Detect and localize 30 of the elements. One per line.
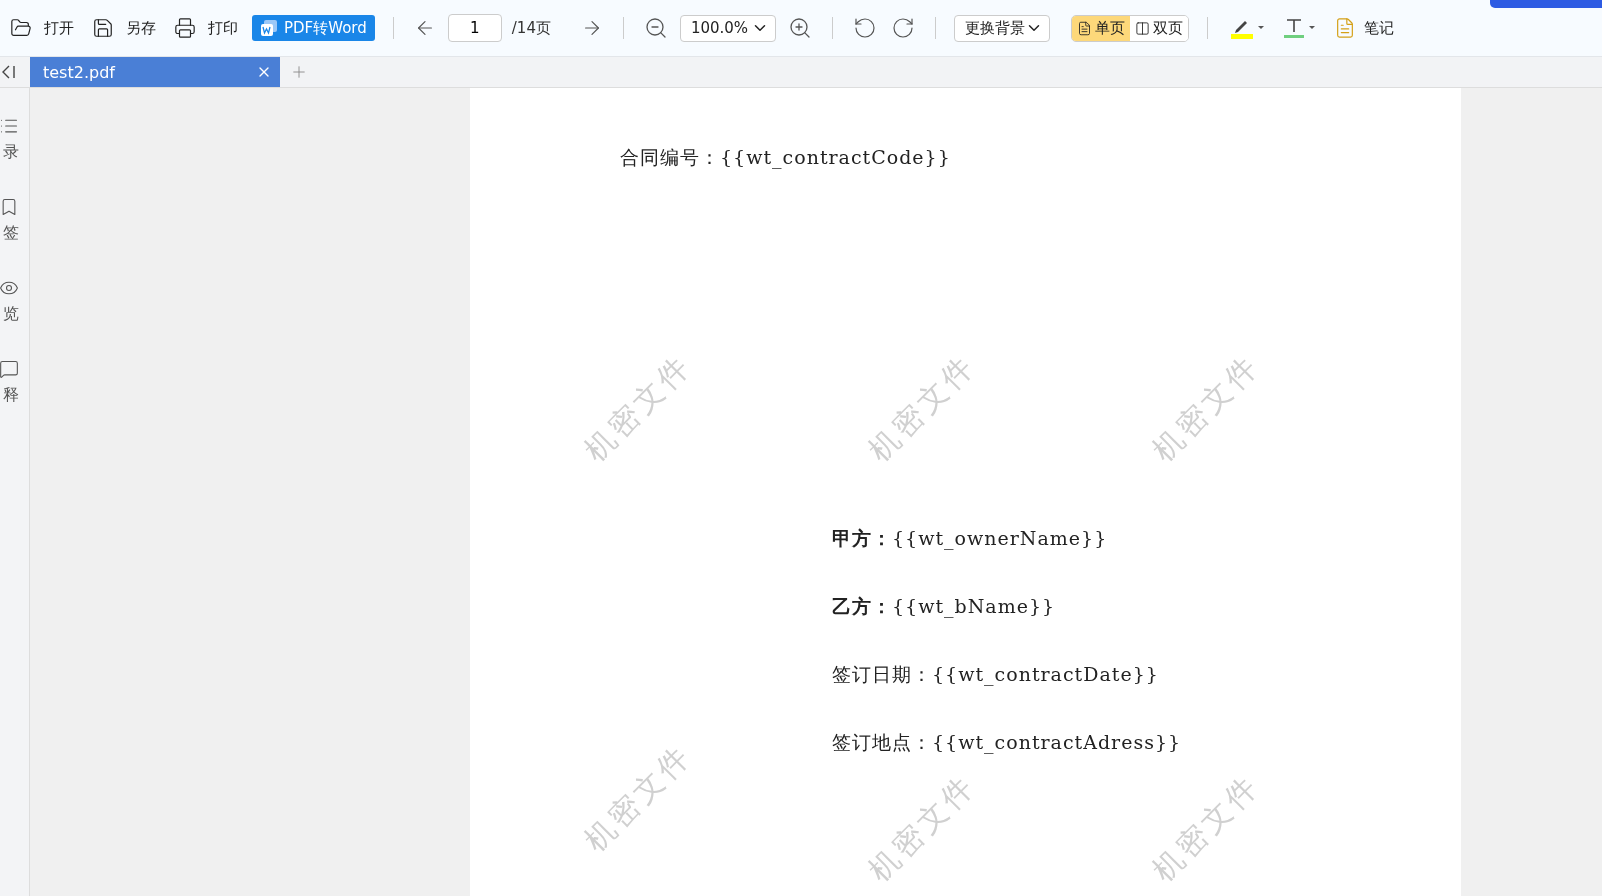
- contract-field: 甲方：{{wt_ownerName}}: [832, 526, 1108, 552]
- save-icon: [92, 17, 114, 39]
- toolbar-button[interactable]: 另存: [88, 17, 160, 39]
- collapse-icon: [2, 64, 16, 80]
- contract-code-line: 合同编号：{{wt_contractCode}}: [620, 145, 952, 171]
- sidebar-item[interactable]: 释: [0, 359, 29, 406]
- page-icon: [1076, 20, 1092, 36]
- document-tab[interactable]: test2.pdf: [30, 57, 280, 87]
- view-mode-tab[interactable]: 双页: [1129, 15, 1188, 41]
- folder-icon: [10, 17, 32, 39]
- page-number-field[interactable]: 1: [447, 14, 502, 42]
- zoom-select[interactable]: 100.0%: [679, 14, 776, 42]
- two-page-icon: [1134, 20, 1150, 36]
- comment-icon: [0, 359, 19, 379]
- plus-icon: [290, 63, 308, 81]
- sidebar-item[interactable]: 录: [0, 116, 29, 163]
- toolbar-button[interactable]: 打印: [170, 17, 242, 39]
- background-select[interactable]: 更换背景: [953, 14, 1050, 42]
- page-total: /14页: [511, 18, 551, 38]
- toolbar-button[interactable]: 打开: [6, 17, 78, 39]
- sidebar-item[interactable]: 览: [0, 278, 29, 325]
- print-icon: [174, 17, 196, 39]
- word-icon: [260, 19, 278, 37]
- contract-field: 乙方：{{wt_bName}}: [832, 594, 1056, 620]
- sidebar-item[interactable]: 签: [0, 197, 29, 244]
- contract-field: 签订日期：{{wt_contractDate}}: [832, 662, 1159, 688]
- view-mode-tab[interactable]: 单页: [1071, 15, 1130, 41]
- contract-field: 签订地点：{{wt_contractAdress}}: [832, 730, 1182, 756]
- notes-button[interactable]: 笔记: [1329, 17, 1398, 39]
- pdf-to-word-button[interactable]: PDF转Word: [252, 15, 375, 41]
